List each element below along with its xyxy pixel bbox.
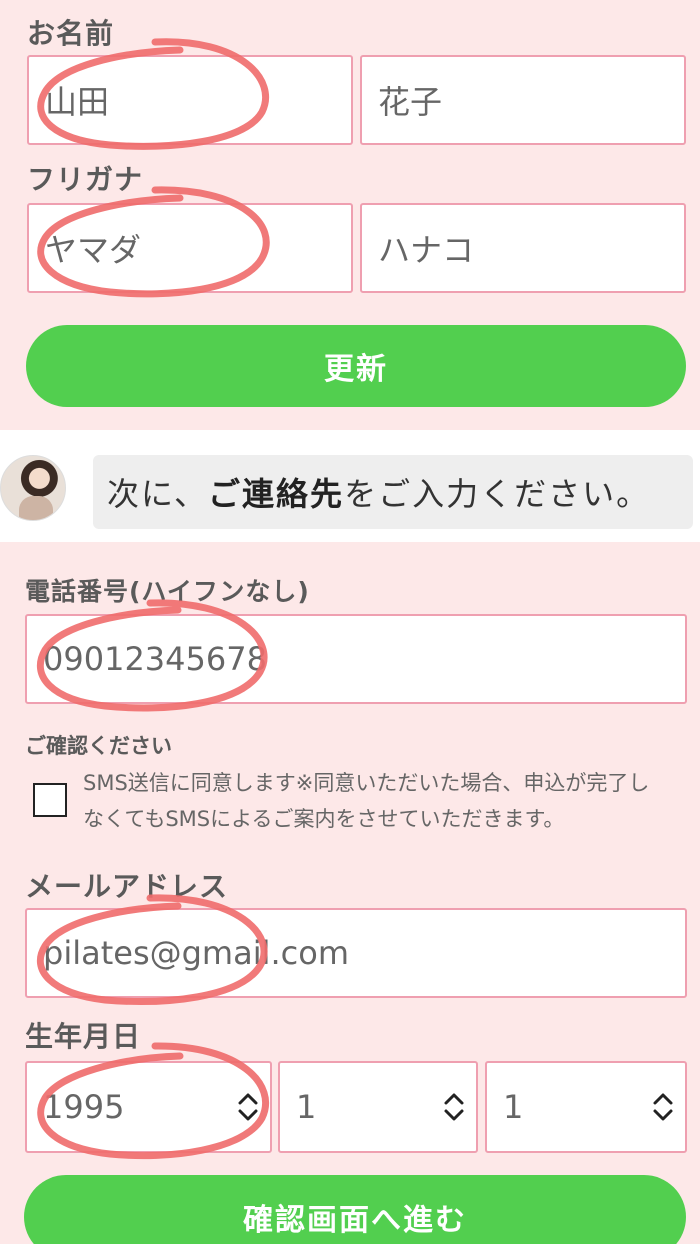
birth-month-value: 1: [296, 1088, 317, 1126]
birth-year-value: 1995: [43, 1088, 125, 1126]
first-name-input[interactable]: 花子: [360, 55, 686, 145]
select-chevron-icon: [653, 1093, 673, 1121]
email-label: メールアドレス: [25, 870, 229, 903]
sms-consent-text: SMS送信に同意します※同意いただいた場合、申込が完了しなくてもSMSによるご案…: [83, 771, 650, 831]
chat-message-suffix: をご入力ください。: [344, 475, 651, 513]
confirm-label: ご確認ください: [25, 734, 172, 758]
birth-month-select[interactable]: 1: [278, 1061, 478, 1153]
select-chevron-icon: [444, 1093, 464, 1121]
sms-consent-checkbox[interactable]: [33, 783, 67, 817]
furigana-label: フリガナ: [27, 163, 144, 196]
chat-bubble: 次に、 ご連絡先 をご入力ください。: [93, 455, 693, 529]
phone-input[interactable]: 09012345678: [25, 614, 687, 704]
birth-day-select[interactable]: 1: [485, 1061, 687, 1153]
last-name-kana-input[interactable]: ヤマダ: [27, 203, 353, 293]
chat-message-prefix: 次に、: [107, 475, 209, 513]
chat-message-bold: ご連絡先: [208, 475, 345, 513]
name-label: お名前: [27, 17, 115, 50]
last-name-input[interactable]: 山田: [27, 55, 353, 145]
first-name-kana-input[interactable]: ハナコ: [360, 203, 686, 293]
avatar: [0, 455, 66, 521]
birthdate-label: 生年月日: [25, 1020, 142, 1053]
select-chevron-icon: [238, 1093, 258, 1121]
submit-button[interactable]: 確認画面へ進む: [24, 1175, 686, 1244]
phone-label: 電話番号(ハイフンなし): [25, 577, 310, 606]
email-input[interactable]: pilates@gmail.com: [25, 908, 687, 998]
update-button[interactable]: 更新: [26, 325, 686, 407]
birth-year-select[interactable]: 1995: [25, 1061, 272, 1153]
birth-day-value: 1: [503, 1088, 524, 1126]
